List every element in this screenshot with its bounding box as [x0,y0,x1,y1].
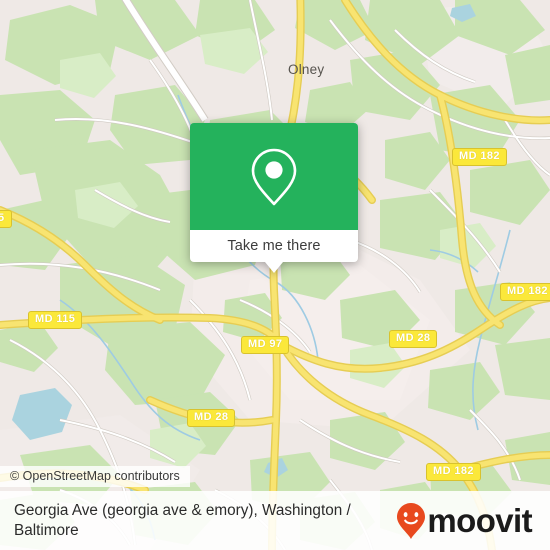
road-shield-md115[interactable]: MD 115 [28,311,83,329]
osm-attribution[interactable]: © OpenStreetMap contributors [0,466,190,487]
footer-bar: Georgia Ave (georgia ave & emory), Washi… [0,491,550,550]
callout-cta-bar[interactable]: Take me there [190,230,358,273]
road-shield-clipped-west[interactable]: 5 [0,210,12,228]
road-shield-md182-south[interactable]: MD 182 [426,463,481,481]
road-shield-md28-west[interactable]: MD 28 [187,409,236,427]
take-me-there-callout[interactable]: Take me there [190,123,358,273]
location-title: Georgia Ave (georgia ave & emory), Washi… [14,501,351,539]
moovit-logo[interactable]: moovit [396,502,536,540]
moovit-smiling-pin-icon [397,502,426,539]
moovit-wordmark: moovit [427,502,532,539]
take-me-there-label: Take me there [227,238,321,254]
screenshot-root: Olney MD 182 MD 182 MD 182 MD 115 5 MD 9… [0,0,550,550]
callout-tail [265,262,283,273]
road-shield-md97[interactable]: MD 97 [241,336,290,354]
callout-pin-area [190,123,358,230]
road-shield-md182-east[interactable]: MD 182 [500,283,550,301]
place-label-olney: Olney [288,62,325,77]
map-pin-icon [251,148,297,205]
road-shield-md28-east[interactable]: MD 28 [389,330,438,348]
road-shield-md182-north[interactable]: MD 182 [452,148,507,166]
